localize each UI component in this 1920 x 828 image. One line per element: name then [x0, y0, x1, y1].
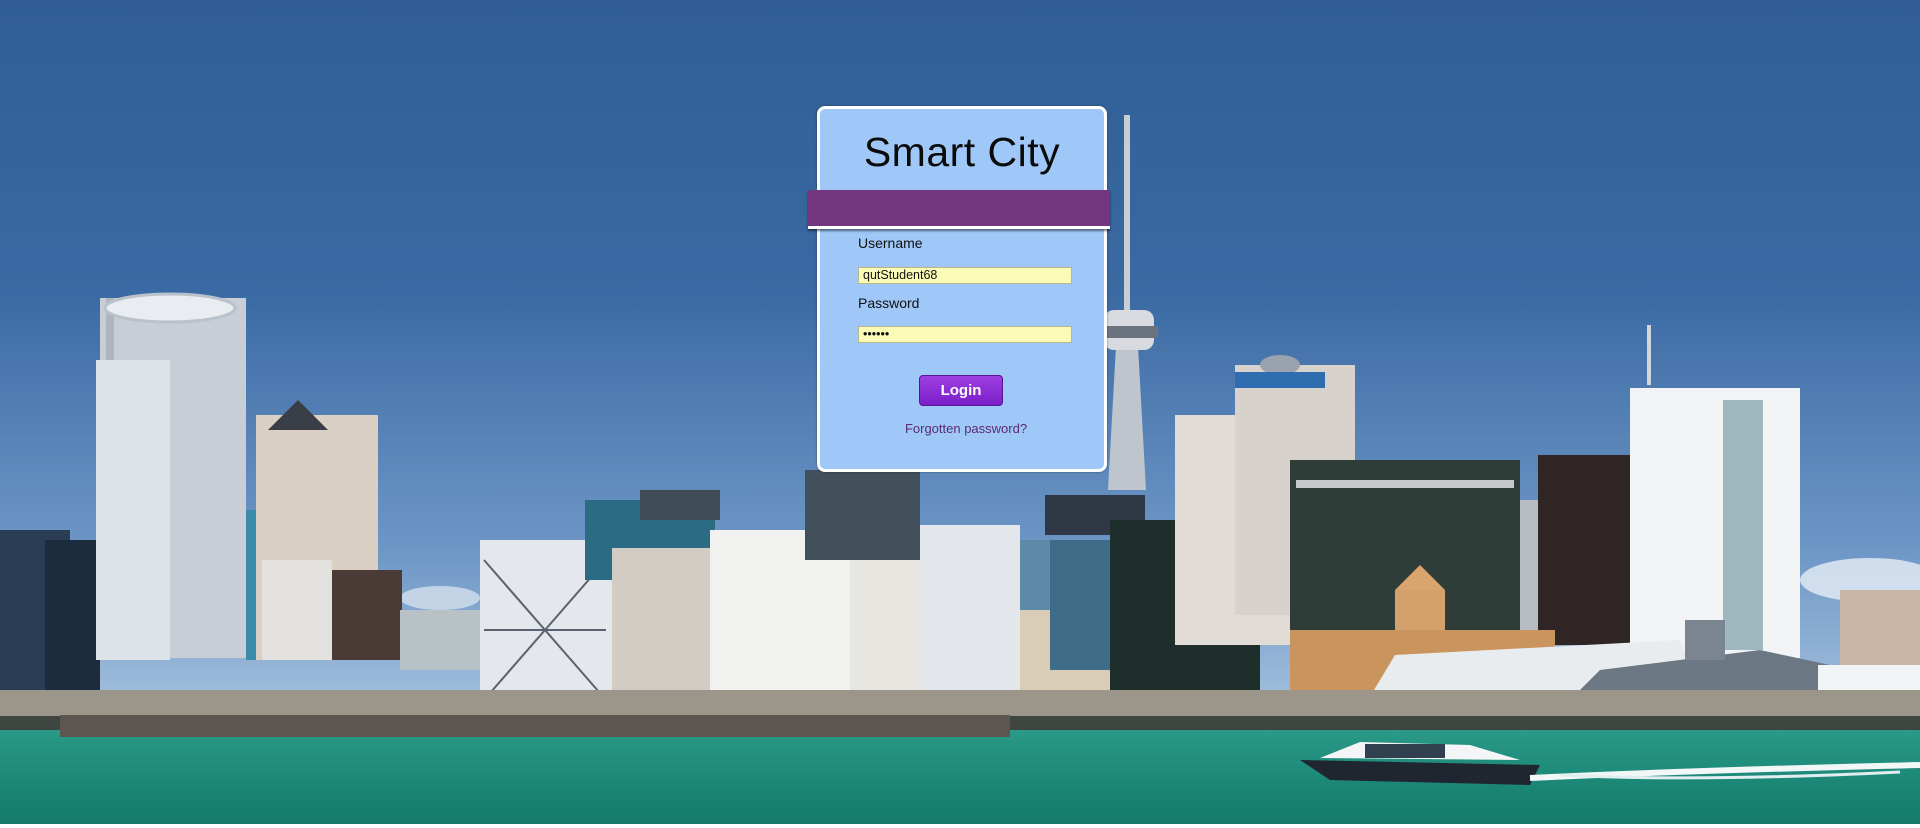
password-label: Password — [858, 295, 920, 311]
header-ribbon — [808, 190, 1110, 229]
app-title: Smart City — [863, 129, 1061, 175]
forgot-password-link[interactable]: Forgotten password? — [820, 421, 1104, 436]
login-button[interactable]: Login — [919, 375, 1003, 406]
login-panel: Smart City Username qutStudent68 Passwor… — [817, 106, 1107, 472]
username-label: Username — [858, 235, 923, 251]
password-input[interactable]: •••••• — [858, 326, 1072, 343]
username-input[interactable]: qutStudent68 — [858, 267, 1072, 284]
